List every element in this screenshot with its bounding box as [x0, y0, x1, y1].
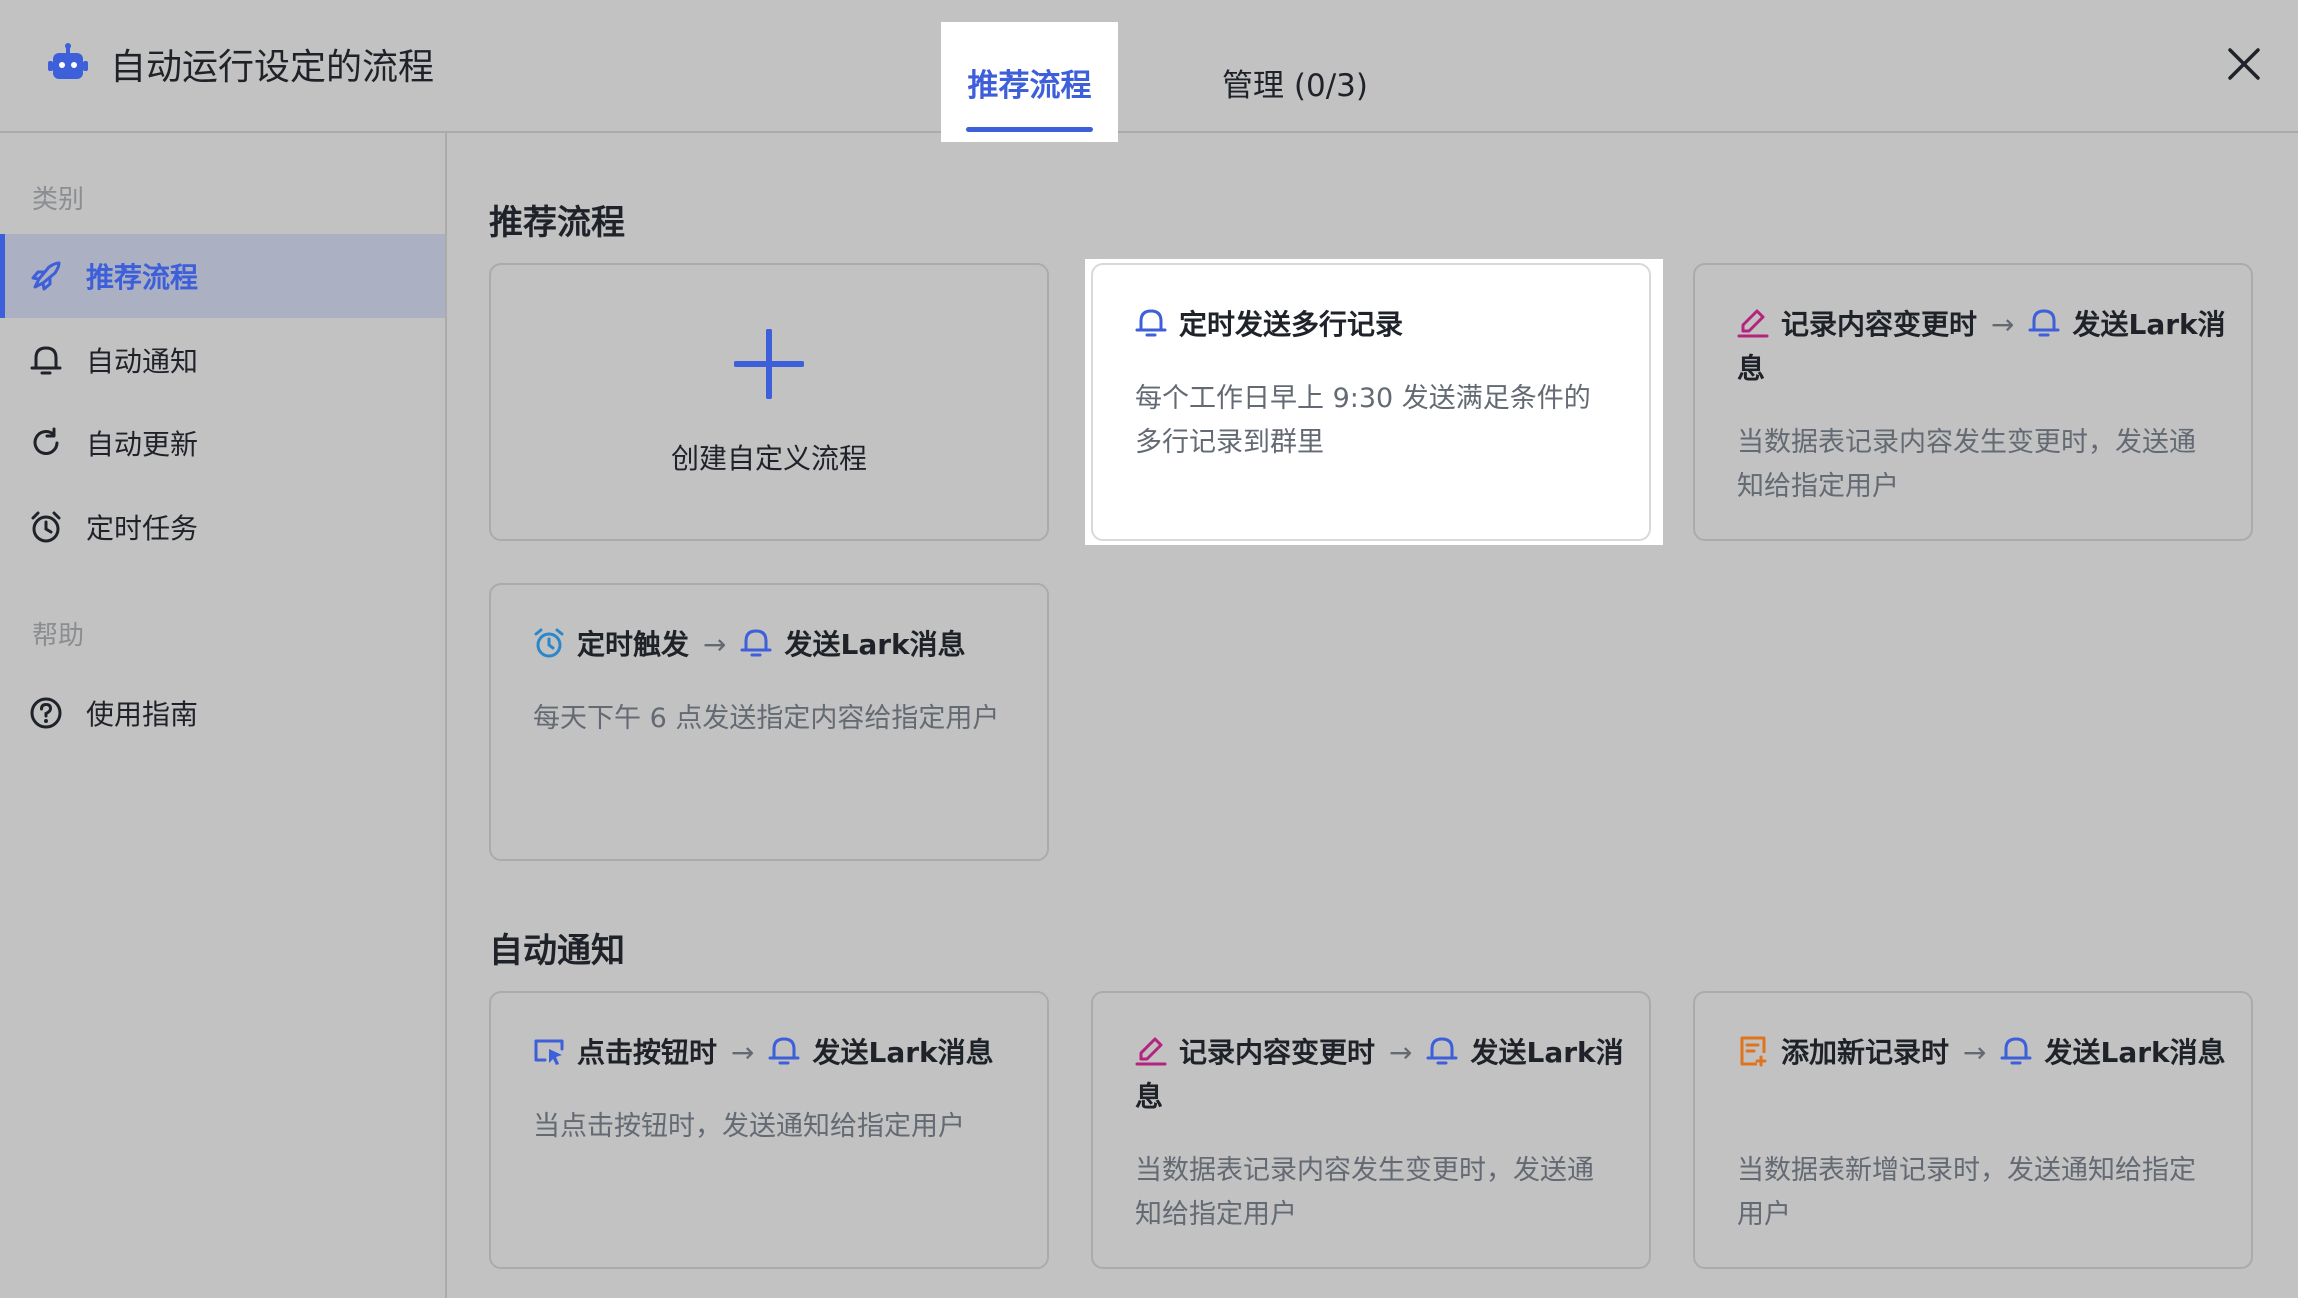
card-description: 每个工作日早上 9:30 发送满足条件的多行记录到群里: [1135, 383, 1591, 458]
bell-icon: [740, 629, 772, 657]
card-action-label: 发送Lark消息: [2044, 1036, 2226, 1069]
main-content: 推荐流程 创建自定义流程 定时发送多行记录 每个工作日早上 9:30 发送满足条…: [447, 133, 2298, 1298]
bell-icon: [1135, 309, 1167, 337]
question-icon: [28, 695, 64, 731]
flow-card-timer-lark[interactable]: 定时触发 → 发送Lark消息 每天下午 6 点发送指定内容给指定用户: [489, 583, 1049, 861]
card-description: 当点击按钮时，发送通知给指定用户: [533, 1111, 965, 1142]
app-title: 自动运行设定的流程: [46, 38, 434, 90]
help-heading: 帮助: [32, 621, 85, 651]
tab-manage[interactable]: 管理 (0/3): [1200, 22, 1390, 142]
arrow-icon: →: [1991, 308, 2015, 341]
bell-icon: [28, 342, 64, 378]
flow-card-button-click-lark[interactable]: 点击按钮时 → 发送Lark消息 当点击按钮时，发送通知给指定用户: [489, 991, 1049, 1269]
bell-icon: [2028, 309, 2060, 337]
rocket-icon: [28, 258, 64, 294]
arrow-icon: →: [1963, 1036, 1987, 1069]
pencil-icon: [1737, 309, 1769, 338]
alarm-clock-icon: [28, 509, 64, 545]
card-trigger-label: 定时发送多行记录: [1179, 308, 1404, 341]
flow-card-record-change-lark-2[interactable]: 记录内容变更时 → 发送Lark消息 当数据表记录内容发生变更时，发送通知给指定用…: [1091, 991, 1651, 1269]
sidebar-item-guide[interactable]: 使用指南: [0, 671, 445, 755]
sidebar: 类别 推荐流程 自动通知 自动更新 定时任务 帮助 使用指南: [0, 133, 447, 1298]
app-title-text: 自动运行设定的流程: [110, 47, 435, 88]
card-title: 添加新记录时 → 发送Lark消息: [1737, 1031, 2227, 1075]
refresh-icon: [28, 425, 64, 461]
flow-card-new-record-lark[interactable]: 添加新记录时 → 发送Lark消息 当数据表新增记录时，发送通知给指定用户: [1693, 991, 2253, 1269]
bell-icon: [1426, 1037, 1458, 1065]
button-click-icon: [534, 1039, 564, 1065]
tab-recommended-label: 推荐流程: [967, 67, 1092, 104]
sidebar-item-recommended[interactable]: 推荐流程: [0, 234, 445, 318]
create-custom-flow-card[interactable]: 创建自定义流程: [489, 263, 1049, 541]
card-trigger-label: 记录内容变更时: [1179, 1036, 1376, 1069]
close-icon[interactable]: [2222, 42, 2266, 86]
add-record-icon: [1740, 1036, 1767, 1067]
sidebar-item-label: 自动更新: [86, 428, 199, 461]
card-trigger-label: 定时触发: [577, 628, 690, 661]
pencil-icon: [1135, 1037, 1167, 1066]
flow-card-record-change-lark[interactable]: 记录内容变更时 → 发送Lark消息 当数据表记录内容发生变更时，发送通知给指定用…: [1693, 263, 2253, 541]
sidebar-item-label: 推荐流程: [86, 261, 199, 294]
arrow-icon: →: [731, 1036, 755, 1069]
tab-active-indicator: [966, 127, 1093, 132]
bell-icon: [2000, 1037, 2032, 1065]
card-trigger-label: 添加新记录时: [1781, 1036, 1950, 1069]
card-description: 当数据表记录内容发生变更时，发送通知给指定用户: [1135, 1155, 1594, 1230]
alarm-clock-icon: [534, 628, 564, 658]
section-title-auto-notify: 自动通知: [489, 931, 625, 971]
arrow-icon: →: [703, 628, 727, 661]
robot-icon: [48, 43, 88, 79]
tab-recommended[interactable]: 推荐流程: [941, 22, 1118, 142]
sidebar-item-scheduled[interactable]: 定时任务: [0, 485, 445, 569]
card-trigger-label: 点击按钮时: [577, 1036, 718, 1069]
arrow-icon: →: [1389, 1036, 1413, 1069]
card-title: 定时触发 → 发送Lark消息: [533, 623, 1023, 667]
card-description: 每天下午 6 点发送指定内容给指定用户: [533, 703, 1000, 734]
card-description: 当数据表新增记录时，发送通知给指定用户: [1737, 1155, 2196, 1230]
category-heading: 类别: [32, 185, 85, 215]
sidebar-item-auto-notify[interactable]: 自动通知: [0, 318, 445, 402]
create-custom-flow-label: 创建自定义流程: [670, 442, 867, 475]
card-title: 定时发送多行记录: [1135, 303, 1625, 347]
card-action-label: 发送Lark消息: [812, 1036, 994, 1069]
card-title: 记录内容变更时 → 发送Lark消息: [1135, 1031, 1625, 1119]
card-action-label: 发送Lark消息: [784, 628, 966, 661]
sidebar-item-auto-update[interactable]: 自动更新: [0, 401, 445, 485]
bell-icon: [768, 1037, 800, 1065]
card-trigger-label: 记录内容变更时: [1781, 308, 1978, 341]
plus-icon: [734, 329, 804, 399]
tab-manage-label: 管理 (0/3): [1222, 67, 1368, 104]
section-title-recommended: 推荐流程: [489, 203, 625, 243]
card-title: 点击按钮时 → 发送Lark消息: [533, 1031, 1023, 1075]
flow-card-scheduled-records[interactable]: 定时发送多行记录 每个工作日早上 9:30 发送满足条件的多行记录到群里: [1091, 263, 1651, 541]
card-title: 记录内容变更时 → 发送Lark消息: [1737, 303, 2227, 391]
dialog-header: 自动运行设定的流程 推荐流程 管理 (0/3): [0, 0, 2298, 142]
sidebar-item-label: 定时任务: [86, 512, 199, 545]
sidebar-item-label: 使用指南: [86, 698, 199, 731]
card-description: 当数据表记录内容发生变更时，发送通知给指定用户: [1737, 427, 2196, 502]
sidebar-item-label: 自动通知: [86, 345, 199, 378]
